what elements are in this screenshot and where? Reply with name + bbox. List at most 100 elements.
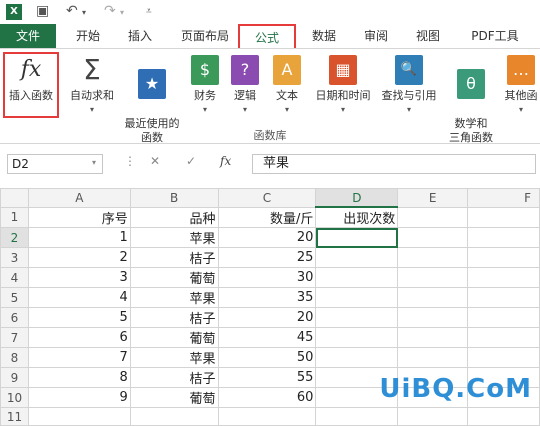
cell[interactable]: [315, 327, 399, 348]
row-header[interactable]: 1: [0, 206, 29, 228]
cell[interactable]: 1: [27, 227, 131, 248]
cell[interactable]: 桔子: [129, 367, 219, 388]
tab-file[interactable]: 文件: [0, 24, 56, 48]
save-icon[interactable]: ▣: [36, 3, 49, 19]
cell[interactable]: 35: [217, 287, 317, 308]
formula-input[interactable]: 苹果: [252, 154, 536, 174]
undo-icon[interactable]: ↶: [66, 3, 78, 19]
cell[interactable]: 桔子: [129, 307, 219, 328]
lookup-reference-button[interactable]: 🔍 查找与引用 ▾: [376, 55, 442, 117]
cell[interactable]: [315, 347, 399, 368]
cell[interactable]: 60: [217, 387, 317, 408]
cell[interactable]: [467, 307, 540, 328]
cell[interactable]: [397, 247, 469, 268]
cell[interactable]: [315, 407, 399, 426]
cell[interactable]: 6: [27, 327, 131, 348]
tab-insert[interactable]: 插入: [118, 24, 162, 48]
cell[interactable]: [467, 267, 540, 288]
cell[interactable]: 葡萄: [129, 327, 219, 348]
cell[interactable]: [467, 347, 540, 368]
row-header[interactable]: 4: [0, 267, 29, 288]
active-cell[interactable]: [315, 227, 399, 248]
tab-data[interactable]: 数据: [304, 24, 344, 48]
cell[interactable]: [467, 407, 540, 426]
cell[interactable]: 苹果: [129, 287, 219, 308]
redo-dropdown-icon[interactable]: ▾: [120, 8, 124, 17]
cell[interactable]: [129, 407, 219, 426]
cell[interactable]: 葡萄: [129, 267, 219, 288]
cell[interactable]: 数量/斤: [217, 206, 317, 228]
cell[interactable]: 55: [217, 367, 317, 388]
customize-qat-icon[interactable]: ⩡: [146, 6, 152, 17]
cell[interactable]: 30: [217, 267, 317, 288]
column-header[interactable]: C: [217, 188, 317, 208]
cell[interactable]: [397, 407, 469, 426]
column-header[interactable]: E: [397, 188, 469, 208]
cell[interactable]: 序号: [27, 206, 131, 228]
name-box-dropdown-icon[interactable]: ▾: [92, 158, 96, 167]
undo-dropdown-icon[interactable]: ▾: [82, 8, 86, 17]
cell[interactable]: [397, 206, 469, 228]
row-header-selected[interactable]: 2: [0, 227, 29, 248]
row-header[interactable]: 9: [0, 367, 29, 388]
cell[interactable]: 45: [217, 327, 317, 348]
cell[interactable]: 8: [27, 367, 131, 388]
tab-view[interactable]: 视图: [408, 24, 448, 48]
cell[interactable]: 2: [27, 247, 131, 268]
insert-function-button[interactable]: fx 插入函数: [4, 55, 58, 103]
tab-page-layout[interactable]: 页面布局: [172, 24, 238, 48]
tab-home[interactable]: 开始: [66, 24, 110, 48]
tab-pdf-tools[interactable]: PDF工具: [462, 24, 528, 48]
cell[interactable]: 25: [217, 247, 317, 268]
row-header[interactable]: 3: [0, 247, 29, 268]
cell[interactable]: 9: [27, 387, 131, 408]
cell[interactable]: 7: [27, 347, 131, 368]
more-functions-button[interactable]: … 其他函 ▾: [502, 55, 540, 117]
cell[interactable]: [397, 287, 469, 308]
row-header[interactable]: 5: [0, 287, 29, 308]
cell[interactable]: 出现次数: [315, 206, 399, 228]
autosum-button[interactable]: Σ 自动求和 ▾: [66, 55, 118, 117]
cell[interactable]: 5: [27, 307, 131, 328]
cell[interactable]: [467, 227, 540, 248]
redo-icon[interactable]: ↷: [104, 3, 116, 19]
cell[interactable]: [467, 206, 540, 228]
cell[interactable]: 品种: [129, 206, 219, 228]
row-header[interactable]: 6: [0, 307, 29, 328]
cell[interactable]: 苹果: [129, 347, 219, 368]
row-header[interactable]: 8: [0, 347, 29, 368]
logical-button[interactable]: ? 逻辑 ▾: [228, 55, 262, 117]
cell[interactable]: [315, 287, 399, 308]
column-header[interactable]: B: [129, 188, 219, 208]
cell[interactable]: [397, 307, 469, 328]
enter-icon[interactable]: ✓: [186, 154, 196, 168]
cell[interactable]: [467, 247, 540, 268]
cell[interactable]: 苹果: [129, 227, 219, 248]
cell[interactable]: [397, 267, 469, 288]
cell[interactable]: [467, 327, 540, 348]
cell[interactable]: 20: [217, 227, 317, 248]
cell[interactable]: 4: [27, 287, 131, 308]
cell[interactable]: [315, 247, 399, 268]
recent-functions-button[interactable]: ★ 最近使用的 函数: [120, 55, 184, 159]
column-header[interactable]: F: [467, 188, 540, 208]
column-header-selected[interactable]: D: [315, 188, 399, 208]
cell[interactable]: [27, 407, 131, 426]
cell[interactable]: [315, 307, 399, 328]
select-all-corner[interactable]: [0, 188, 29, 208]
cancel-icon[interactable]: ✕: [150, 154, 160, 168]
cell[interactable]: [397, 327, 469, 348]
cell[interactable]: [217, 407, 317, 426]
cell[interactable]: 20: [217, 307, 317, 328]
math-trig-button[interactable]: θ 数学和 三角函数: [440, 55, 502, 159]
cell[interactable]: [315, 267, 399, 288]
cell[interactable]: 3: [27, 267, 131, 288]
cell[interactable]: 葡萄: [129, 387, 219, 408]
tab-formulas[interactable]: 公式: [238, 24, 296, 48]
date-time-button[interactable]: ▦ 日期和时间 ▾: [310, 55, 376, 117]
cell[interactable]: [397, 227, 469, 248]
column-header[interactable]: A: [27, 188, 131, 208]
financial-button[interactable]: $ 财务 ▾: [188, 55, 222, 117]
insert-function-fx-icon[interactable]: fx: [220, 154, 231, 168]
name-box[interactable]: D2: [7, 154, 103, 174]
